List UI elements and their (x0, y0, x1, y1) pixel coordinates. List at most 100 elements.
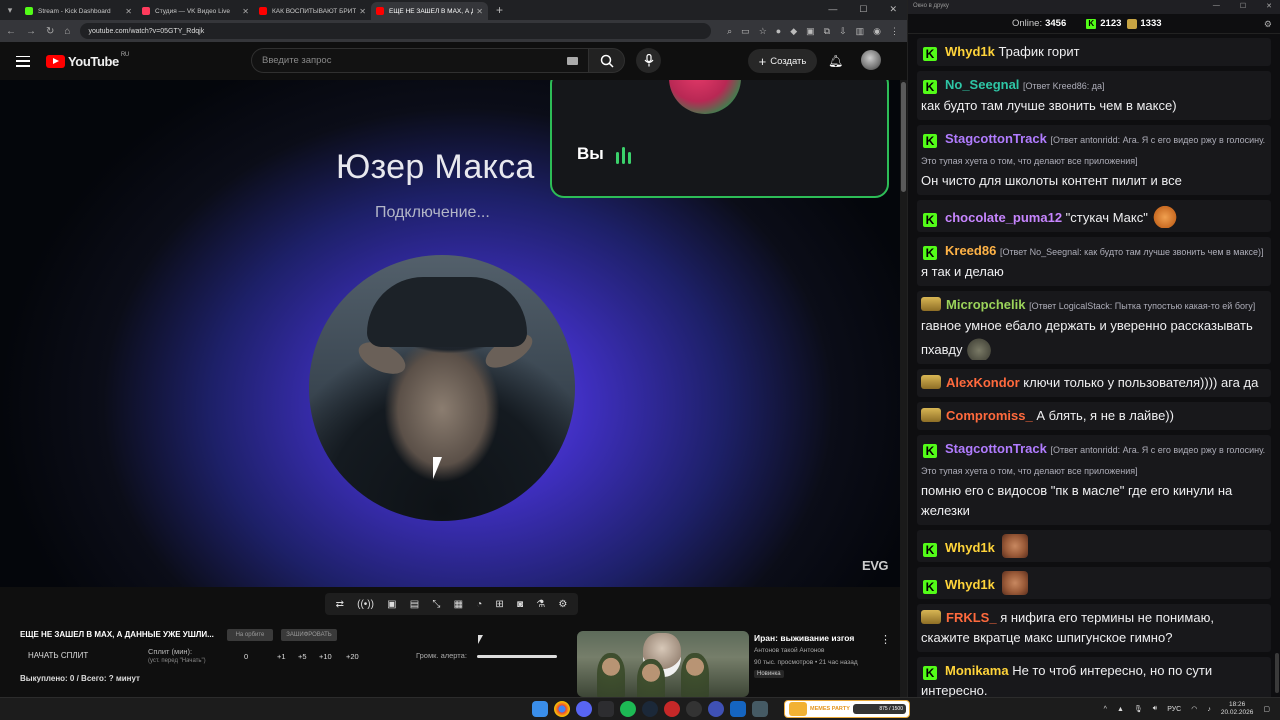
url-field[interactable]: youtube.com/watch?v=05GTY_Rdqjk (80, 23, 712, 39)
chat-username[interactable]: Monikama (945, 663, 1009, 678)
extension-icon[interactable]: ● (776, 26, 781, 37)
extension-icon[interactable]: ▣ (806, 26, 815, 37)
clock[interactable]: 18:26 20.02.2026 (1221, 701, 1254, 717)
chat-username[interactable]: Kreed86 (945, 243, 996, 258)
loop-icon[interactable]: ⇄ (336, 599, 344, 610)
speed-icon[interactable]: ◔ (476, 599, 482, 610)
tab-search-icon[interactable]: ▾ (0, 0, 20, 20)
split-add-button[interactable]: +1 (277, 652, 286, 661)
extension-icon[interactable]: ◆ (790, 26, 797, 37)
film-icon[interactable]: ▤ (410, 599, 419, 610)
profile-icon[interactable]: ◉ (873, 26, 881, 37)
memes-party-widget[interactable]: MEMES PARTY 875 / 1500 (784, 700, 910, 718)
chat-reply-quote[interactable]: [Ответ Kreed86: да] (1023, 81, 1104, 91)
zoom-icon[interactable]: ⌕ (727, 26, 732, 37)
voice-search-button[interactable] (636, 48, 661, 73)
more-options-icon[interactable]: ⋮ (880, 633, 891, 646)
volume-icon[interactable]: 🔊︎ (1153, 705, 1157, 713)
notifications-icon[interactable]: ▢ (1263, 705, 1270, 713)
chat-username[interactable]: Whyd1k (945, 540, 995, 555)
split-add-button[interactable]: +5 (298, 652, 307, 661)
download-icon[interactable]: ⇩ (839, 26, 847, 37)
frames-icon[interactable]: ▦ (454, 599, 463, 610)
split-add-button[interactable]: +10 (319, 652, 332, 661)
spotify-icon[interactable] (620, 701, 636, 717)
close-tab-icon[interactable]: ✕ (242, 7, 249, 16)
chat-username[interactable]: chocolate_puma12 (945, 210, 1062, 225)
language-indicator[interactable]: РУС (1167, 706, 1181, 713)
minimize-icon[interactable]: — (1213, 2, 1220, 10)
chat-reply-quote[interactable]: [Ответ No_Seegnal: как будто там лучше з… (1000, 247, 1264, 257)
app-icon[interactable] (664, 701, 680, 717)
chip-button[interactable]: На орбите (227, 629, 273, 641)
camera-icon[interactable]: ◙ (517, 599, 523, 610)
tray-chevron-icon[interactable]: ^ (1104, 706, 1107, 713)
account-avatar[interactable] (861, 50, 881, 70)
close-tab-icon[interactable]: ✕ (359, 7, 366, 16)
start-split-button[interactable]: НАЧАТЬ СПЛИТ (28, 651, 88, 660)
keyboard-icon[interactable] (567, 57, 578, 65)
cast-icon[interactable]: ▭ (741, 26, 750, 37)
browser-tab[interactable]: КАК ВОСПИТЫВАЮТ БРИТАН ✕ (254, 2, 371, 20)
chat-username[interactable]: Compromiss_ (946, 408, 1033, 423)
chat-username[interactable]: Micropchelik (946, 297, 1025, 312)
menu-kebab-icon[interactable]: ⋮ (890, 26, 899, 37)
mic-icon[interactable]: 🎙︎ (1134, 705, 1143, 713)
chat-username[interactable]: FRKLS_ (946, 610, 997, 625)
browser-tab-active[interactable]: ЕЩЕ НЕ ЗАШЕЛ В MAX, А Д ✕ (371, 2, 488, 20)
resize-icon[interactable]: ⤡ (432, 599, 440, 610)
encrypt-button[interactable]: ЗАШИФРОВАТЬ (281, 629, 337, 641)
back-icon[interactable]: ← (6, 26, 16, 37)
settings-gear-icon[interactable]: ⚙ (558, 599, 567, 610)
discord-icon[interactable] (576, 701, 592, 717)
sidepanel-icon[interactable]: ▥ (856, 26, 865, 37)
chat-scrollbar[interactable] (1274, 36, 1280, 697)
close-tab-icon[interactable]: ✕ (476, 7, 483, 16)
page-scrollbar[interactable] (900, 80, 907, 697)
bookmark-star-icon[interactable]: ☆ (759, 26, 767, 37)
screenshot-icon[interactable]: ▣ (387, 599, 396, 610)
app-icon[interactable] (598, 701, 614, 717)
chat-reply-quote[interactable]: [Ответ LogicalStack: Пытка тупостью кака… (1029, 301, 1255, 311)
browser-tab[interactable]: Студия — VK Видео Live ✕ (137, 2, 254, 20)
app-icon[interactable] (730, 701, 746, 717)
video-player[interactable]: Юзер Макса Подключение... Вы EVG (0, 80, 900, 587)
network-icon[interactable]: ▲ (1117, 706, 1124, 713)
player-icon[interactable] (708, 701, 724, 717)
flask-icon[interactable]: ⚗ (536, 599, 545, 610)
close-tab-icon[interactable]: ✕ (125, 7, 132, 16)
windows-start-icon[interactable] (532, 701, 548, 717)
maximize-icon[interactable]: ☐ (1240, 2, 1246, 10)
maximize-icon[interactable]: ☐ (859, 4, 867, 15)
recommended-thumbnail[interactable] (577, 631, 749, 697)
close-window-icon[interactable]: ✕ (889, 4, 897, 15)
split-add-button[interactable]: +20 (346, 652, 359, 661)
app-icon[interactable] (752, 701, 768, 717)
forward-icon[interactable]: → (26, 26, 36, 37)
reload-icon[interactable]: ↻ (46, 26, 54, 37)
speaker-icon[interactable]: ♪ (1207, 706, 1211, 713)
recommended-title[interactable]: Иран: выживание изгоя (754, 633, 854, 643)
chat-username[interactable]: Whyd1k (945, 44, 995, 59)
youtube-logo[interactable]: YouTube RU (46, 52, 129, 69)
search-button[interactable] (588, 48, 625, 73)
chat-username[interactable]: AlexKondor (946, 375, 1020, 390)
broadcast-icon[interactable]: ((•)) (357, 599, 374, 610)
puzzle-icon[interactable]: ⧉ (824, 26, 830, 37)
home-icon[interactable]: ⌂ (64, 26, 70, 37)
settings-icon[interactable]: ⚙ (1264, 19, 1272, 30)
recommended-channel[interactable]: Антонов такой Антонов (754, 647, 825, 654)
notifications-bell-icon[interactable]: 🔔︎ (828, 54, 843, 68)
new-tab-icon[interactable]: + (496, 3, 503, 17)
create-button[interactable]: + Создать (748, 49, 817, 73)
obs-icon[interactable] (686, 701, 702, 717)
chat-username[interactable]: No_Seegnal (945, 77, 1019, 92)
wifi-icon[interactable]: ◠ (1191, 705, 1197, 713)
chat-username[interactable]: StagcottonTrack (945, 131, 1047, 146)
hamburger-menu-icon[interactable] (16, 55, 30, 67)
close-window-icon[interactable]: ✕ (1266, 2, 1272, 10)
browser-tab[interactable]: Stream - Kick Dashboard ✕ (20, 2, 137, 20)
chat-username[interactable]: StagcottonTrack (945, 441, 1047, 456)
search-input[interactable]: Введите запрос (251, 48, 589, 73)
chrome-icon[interactable] (554, 701, 570, 717)
